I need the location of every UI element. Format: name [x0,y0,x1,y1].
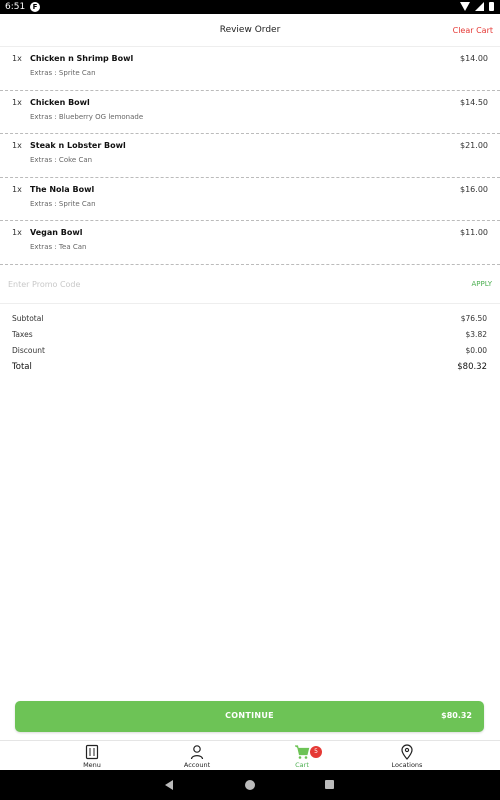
taxes-value: $3.82 [465,330,487,339]
item-price: $21.00 [460,141,488,151]
nav-label-locations: Locations [391,761,423,769]
bottom-navigation: Menu Account 5 Cart Locations [0,740,500,770]
item-extras: Extras : Sprite Can [30,199,96,208]
promo-code-row: APPLY [0,264,500,304]
item-quantity: 1x [12,97,22,107]
page-title: Review Order [219,25,281,35]
discount-row: Discount $0.00 [0,344,500,360]
clear-cart-button[interactable]: Clear Cart [453,26,493,35]
order-summary: Subtotal $76.50 Taxes $3.82 Discount $0.… [0,312,500,376]
recent-apps-icon[interactable] [325,780,334,789]
nav-label-account: Account [183,761,211,769]
signal-icon [475,2,484,11]
status-time: 6:51 [5,2,26,12]
total-label: Total [12,362,32,372]
order-item[interactable]: 1x Vegan Bowl Extras : Tea Can $11.00 [0,221,500,265]
person-icon [190,745,204,760]
total-value: $80.32 [457,362,487,372]
nav-item-account[interactable]: Account [157,741,237,771]
wifi-icon [460,2,470,11]
item-quantity: 1x [12,141,22,151]
item-quantity: 1x [12,228,22,238]
item-extras: Extras : Blueberry OG lemonade [30,112,144,121]
subtotal-label: Subtotal [12,314,44,323]
back-icon[interactable] [165,780,173,790]
continue-label: CONTINUE [225,711,274,720]
total-row: Total $80.32 [0,360,500,376]
nav-label-cart: Cart [295,761,309,769]
item-name: Chicken Bowl [30,97,90,107]
item-extras: Extras : Sprite Can [30,69,96,77]
status-icons [460,2,494,11]
android-navigation-bar [0,770,500,800]
item-price: $14.50 [460,97,488,107]
subtotal-row: Subtotal $76.50 [0,312,500,328]
item-price: $16.00 [460,184,488,194]
header: Review Order Clear Cart [0,14,500,47]
cart-count-badge: 5 [310,746,322,758]
promo-code-input[interactable] [8,274,408,294]
item-name: Chicken n Shrimp Bowl [30,54,134,63]
nav-label-menu: Menu [83,761,101,769]
discount-label: Discount [12,346,45,355]
continue-button[interactable]: CONTINUE $80.32 [15,701,484,732]
order-item[interactable]: 1x Steak n Lobster Bowl Extras : Coke Ca… [0,134,500,178]
item-price: $11.00 [460,228,488,238]
taxes-row: Taxes $3.82 [0,328,500,344]
apply-promo-button[interactable]: APPLY [472,280,492,288]
home-icon[interactable] [245,780,255,790]
nav-item-locations[interactable]: Locations [367,741,447,771]
status-bar: 6:51 F [0,0,500,14]
item-quantity: 1x [12,54,22,63]
battery-icon [489,2,494,11]
continue-amount: $80.32 [441,711,472,720]
discount-value: $0.00 [465,346,487,355]
item-name: Vegan Bowl [30,228,83,238]
item-name: The Nola Bowl [30,184,95,194]
order-items-list: 1x Chicken n Shrimp Bowl Extras : Sprite… [0,47,500,265]
item-extras: Extras : Tea Can [30,243,87,252]
item-price: $14.00 [460,54,488,63]
location-pin-icon [401,744,413,760]
item-name: Steak n Lobster Bowl [30,141,126,151]
order-item[interactable]: 1x Chicken Bowl Extras : Blueberry OG le… [0,91,500,135]
item-extras: Extras : Coke Can [30,156,93,165]
nav-item-menu[interactable]: Menu [52,741,132,771]
cart-icon [295,745,310,759]
order-item[interactable]: 1x Chicken n Shrimp Bowl Extras : Sprite… [0,47,500,91]
menu-book-icon [85,744,99,760]
taxes-label: Taxes [12,330,33,339]
app-notification-icon: F [30,2,40,12]
subtotal-value: $76.50 [460,314,487,323]
order-item[interactable]: 1x The Nola Bowl Extras : Sprite Can $16… [0,178,500,222]
nav-item-cart[interactable]: 5 Cart [262,741,342,771]
item-quantity: 1x [12,184,22,194]
